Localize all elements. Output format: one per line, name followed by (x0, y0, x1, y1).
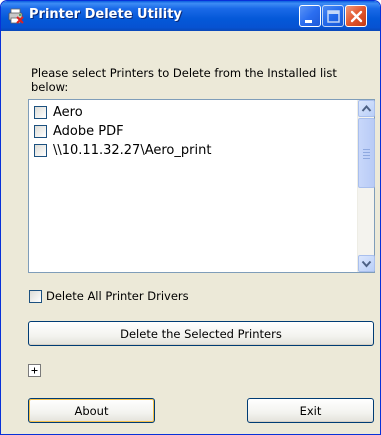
printer-checkbox[interactable] (34, 143, 47, 157)
title-bar[interactable]: Printer Delete Utility (1, 1, 380, 31)
delete-drivers-checkbox[interactable] (29, 289, 42, 303)
list-item[interactable]: Aero (34, 103, 344, 121)
minimize-icon (305, 20, 312, 23)
scroll-down-button[interactable] (358, 255, 375, 272)
vertical-scrollbar[interactable] (357, 100, 375, 272)
instruction-text: Please select Printers to Delete from th… (31, 66, 337, 94)
scroll-thumb[interactable] (358, 118, 375, 188)
delete-drivers-option[interactable]: Delete All Printer Drivers (29, 289, 189, 303)
list-item[interactable]: \\10.11.32.27\Aero_print (34, 141, 344, 159)
about-button[interactable]: About (28, 398, 155, 423)
maximize-icon (327, 10, 340, 23)
maximize-button[interactable] (322, 5, 344, 27)
printer-label: \\10.11.32.27\Aero_print (53, 142, 212, 158)
expand-button[interactable] (28, 364, 41, 377)
chevron-down-icon (361, 260, 372, 268)
app-window: Printer Delete Utility Please select Pri… (0, 0, 381, 435)
delete-drivers-label: Delete All Printer Drivers (46, 289, 189, 303)
close-icon (350, 10, 363, 23)
scroll-up-button[interactable] (358, 100, 375, 117)
printer-list[interactable]: Aero Adobe PDF \\10.11.32.27\Aero_print (28, 99, 375, 273)
plus-icon (31, 367, 38, 374)
printer-delete-icon (8, 8, 24, 24)
printer-checkbox[interactable] (34, 105, 47, 119)
printer-label: Adobe PDF (53, 123, 124, 139)
exit-button[interactable]: Exit (247, 398, 374, 423)
printer-checkbox[interactable] (34, 124, 47, 138)
delete-selected-button[interactable]: Delete the Selected Printers (28, 321, 374, 346)
window-title: Printer Delete Utility (29, 7, 182, 22)
chevron-up-icon (361, 104, 372, 112)
close-button[interactable] (345, 5, 367, 27)
printer-label: Aero (53, 104, 83, 120)
minimize-button[interactable] (299, 5, 321, 27)
list-item[interactable]: Adobe PDF (34, 122, 344, 140)
